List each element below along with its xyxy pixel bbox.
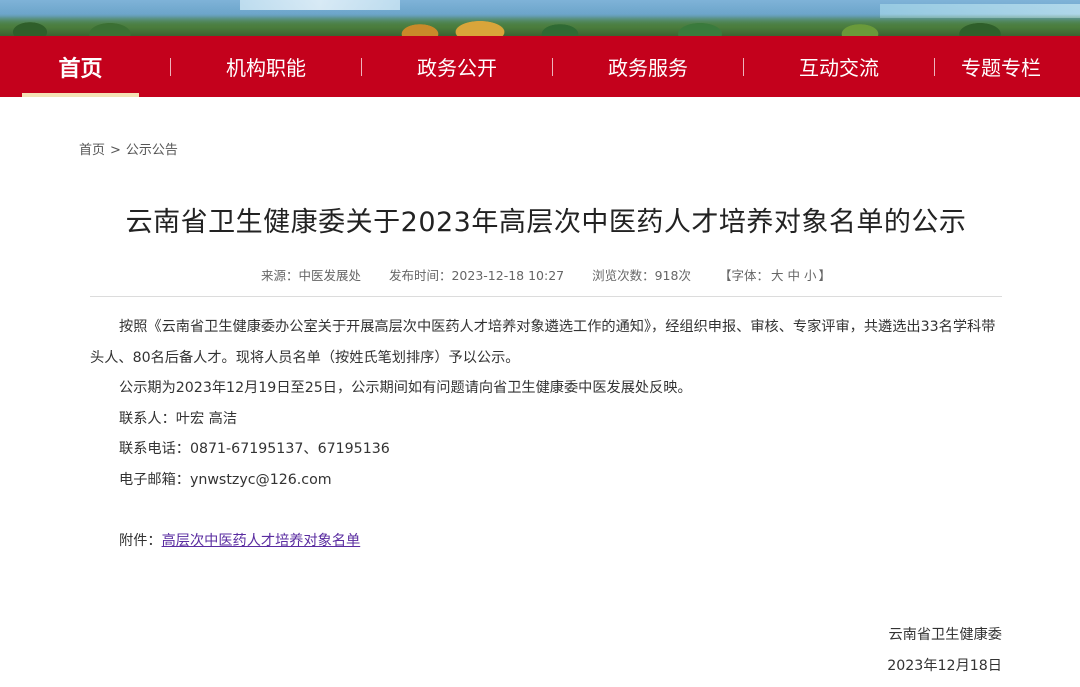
attachment-link[interactable]: 高层次中医药人才培养对象名单 xyxy=(162,533,361,549)
nav-item-interaction[interactable]: 互动交流 xyxy=(744,36,934,97)
nav-item-gov-open[interactable]: 政务公开 xyxy=(362,36,552,97)
font-size-small-button[interactable]: 小 xyxy=(804,268,817,283)
title-divider xyxy=(90,296,1002,297)
font-size-medium-button[interactable]: 中 xyxy=(787,268,800,283)
font-size-prefix: 【字体： xyxy=(718,268,769,283)
article-body: 按照《云南省卫生健康委办公室关于开展高层次中医药人才培养对象遴选工作的通知》，经… xyxy=(90,312,1002,557)
meta-source: 来源：中医发展处 xyxy=(260,268,361,283)
banner-trees xyxy=(0,14,1080,36)
nav-item-special[interactable]: 专题专栏 xyxy=(935,36,1067,97)
font-size-suffix: 】 xyxy=(818,268,832,283)
attachment-label: 附件： xyxy=(119,533,162,549)
body-paragraph: 按照《云南省卫生健康委办公室关于开展高层次中医药人才培养对象遴选工作的通知》，经… xyxy=(90,319,996,366)
header-banner xyxy=(0,0,1080,36)
attachment-line: 附件：高层次中医药人才培养对象名单 xyxy=(90,526,1002,557)
contact-person: 联系人：叶宏 高洁 xyxy=(119,410,238,427)
font-size-switcher: 【字体：大中小】 xyxy=(719,268,831,283)
signature-org: 云南省卫生健康委 xyxy=(888,627,1002,643)
breadcrumb-current-link[interactable]: 公示公告 xyxy=(126,143,178,158)
signature-block: 云南省卫生健康委 2023年12月18日 xyxy=(887,620,1002,682)
meta-view-count: 浏览次数：918次 xyxy=(592,268,691,283)
nav-item-gov-service[interactable]: 政务服务 xyxy=(553,36,743,97)
font-size-large-button[interactable]: 大 xyxy=(771,268,784,283)
article-meta: 来源：中医发展处 发布时间：2023-12-18 10:27 浏览次数：918次… xyxy=(90,265,1002,284)
nav-item-institution[interactable]: 机构职能 xyxy=(171,36,361,97)
contact-phone: 联系电话：0871-67195137、67195136 xyxy=(119,441,390,457)
breadcrumb-separator: > xyxy=(110,143,121,158)
signature-date: 2023年12月18日 xyxy=(887,658,1002,674)
article-title: 云南省卫生健康委关于2023年高层次中医药人才培养对象名单的公示 xyxy=(125,207,967,238)
meta-published-time: 发布时间：2023-12-18 10:27 xyxy=(388,268,565,283)
banner-lake xyxy=(240,0,400,10)
breadcrumb-home-link[interactable]: 首页 xyxy=(79,143,105,158)
nav-item-home[interactable]: 首页 xyxy=(22,36,139,97)
body-paragraph: 公示期为2023年12月19日至25日，公示期间如有问题请向省卫生健康委中医发展… xyxy=(119,380,692,396)
main-nav: 首页 机构职能 政务公开 政务服务 互动交流 专题专栏 xyxy=(0,36,1080,97)
contact-email: 电子邮箱：ynwstzyc@126.com xyxy=(119,471,332,488)
breadcrumb: 首页 > 公示公告 xyxy=(79,139,178,158)
